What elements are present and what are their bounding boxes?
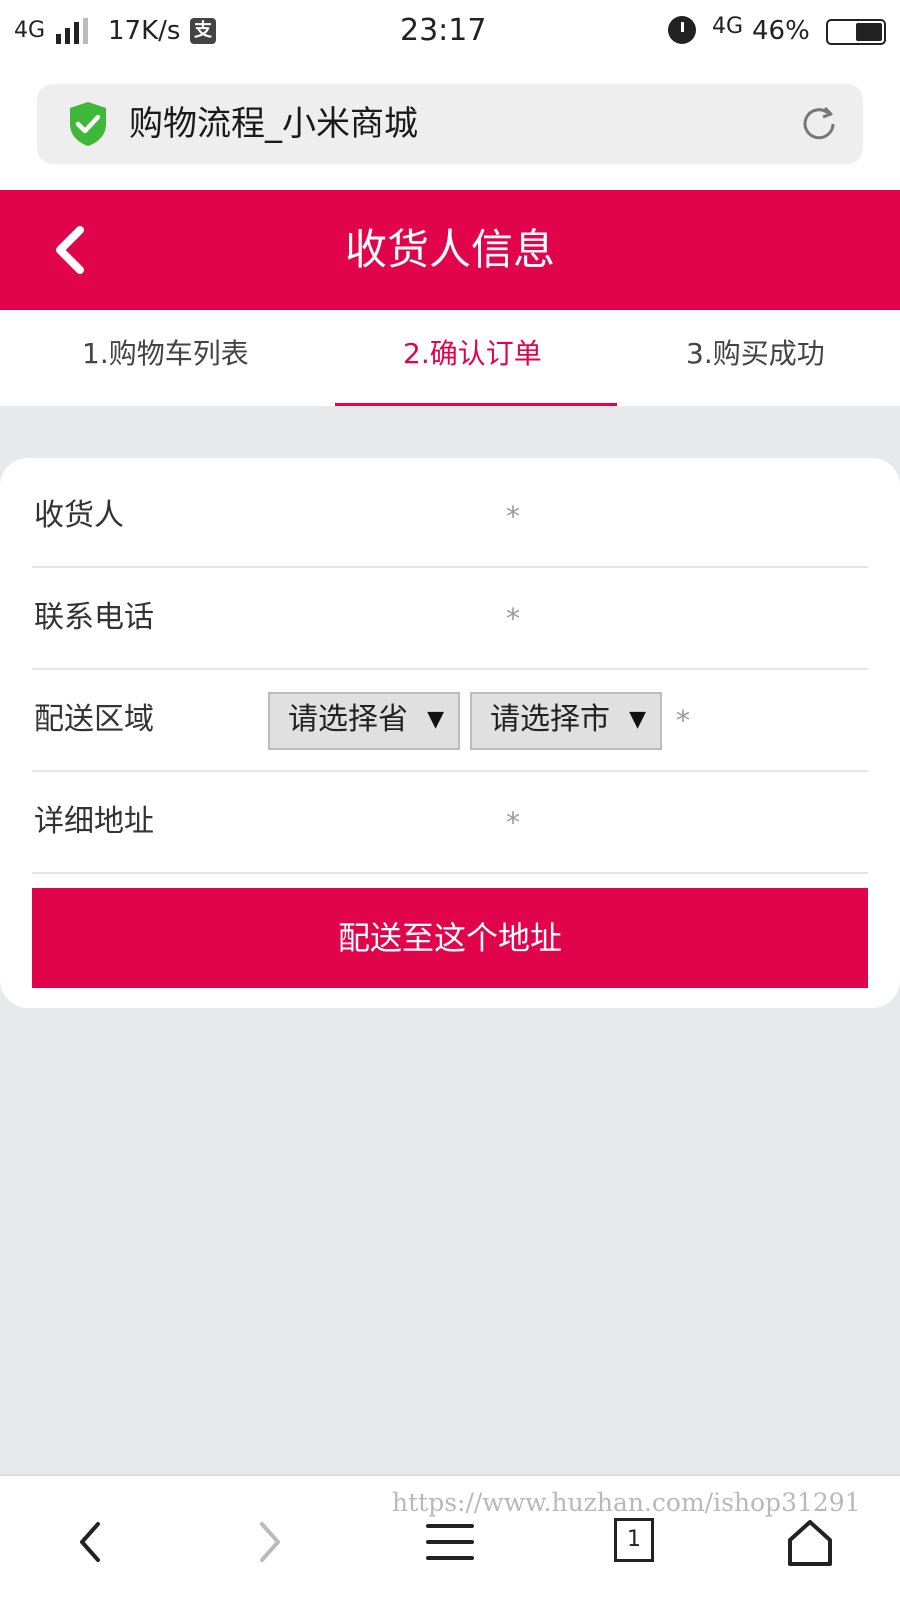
reload-icon[interactable] [797, 102, 841, 146]
dropdown-arrow-icon: ▼ [427, 707, 444, 732]
required-mark: * [676, 704, 690, 737]
address-label: 详细地址 [34, 804, 154, 839]
menu-icon[interactable] [420, 1512, 480, 1572]
required-mark: * [506, 602, 520, 635]
browser-toolbar: 购物流程_小米商城 [0, 62, 900, 190]
phone-label: 联系电话 [34, 600, 154, 635]
province-select-value: 请选择省 [288, 702, 408, 737]
city-select[interactable]: 请选择市 ▼ [470, 692, 662, 750]
shield-check-icon [70, 102, 106, 146]
network-type: 4G [14, 18, 46, 43]
province-select[interactable]: 请选择省 ▼ [268, 692, 460, 750]
form-row-region: 配送区域 请选择省 ▼ 请选择市 ▼ * [32, 670, 868, 772]
address-bar[interactable]: 购物流程_小米商城 [37, 84, 863, 164]
form-row-phone[interactable]: 联系电话 * [32, 568, 868, 670]
city-select-value: 请选择市 [490, 702, 610, 737]
active-step-indicator [335, 403, 617, 406]
forward-icon[interactable] [238, 1512, 298, 1572]
tabs-icon[interactable]: 1 [614, 1518, 654, 1562]
network-speed: 17K/s [108, 16, 181, 46]
alipay-icon: 支 [190, 18, 216, 44]
browser-bottom-nav: https://www.huzhan.com/ishop31291 1 [0, 1474, 900, 1600]
alarm-icon [668, 16, 696, 44]
step-cart-list: 1.购物车列表 [82, 337, 249, 370]
consignee-label: 收货人 [34, 498, 124, 533]
order-steps: 1.购物车列表 2.确认订单 3.购买成功 [0, 310, 900, 406]
app-header: 收货人信息 [0, 190, 900, 310]
deliver-to-address-button[interactable]: 配送至这个地址 [32, 888, 868, 988]
back-icon[interactable] [62, 1512, 122, 1572]
network-type-2: 4G [712, 14, 744, 39]
step-purchase-success: 3.购买成功 [686, 337, 825, 370]
form-row-consignee[interactable]: 收货人 * [32, 466, 868, 568]
status-bar: 4G 17K/s 支 23:17 4G 46% [0, 0, 900, 62]
dropdown-arrow-icon: ▼ [629, 707, 646, 732]
address-form: 收货人 * 联系电话 * 配送区域 请选择省 ▼ 请选择市 ▼ * 详细地址 *… [0, 458, 900, 1008]
clock: 23:17 [400, 13, 487, 48]
step-confirm-order: 2.确认订单 [403, 337, 542, 370]
form-row-address[interactable]: 详细地址 * [32, 772, 868, 874]
signal-icon [56, 18, 90, 44]
required-mark: * [506, 500, 520, 533]
required-mark: * [506, 806, 520, 839]
header-title: 收货人信息 [344, 225, 555, 274]
battery-percent: 46% [752, 16, 810, 46]
region-label: 配送区域 [34, 702, 154, 737]
home-icon[interactable] [780, 1512, 840, 1572]
battery-icon [826, 19, 886, 45]
page-title: 购物流程_小米商城 [129, 104, 418, 144]
